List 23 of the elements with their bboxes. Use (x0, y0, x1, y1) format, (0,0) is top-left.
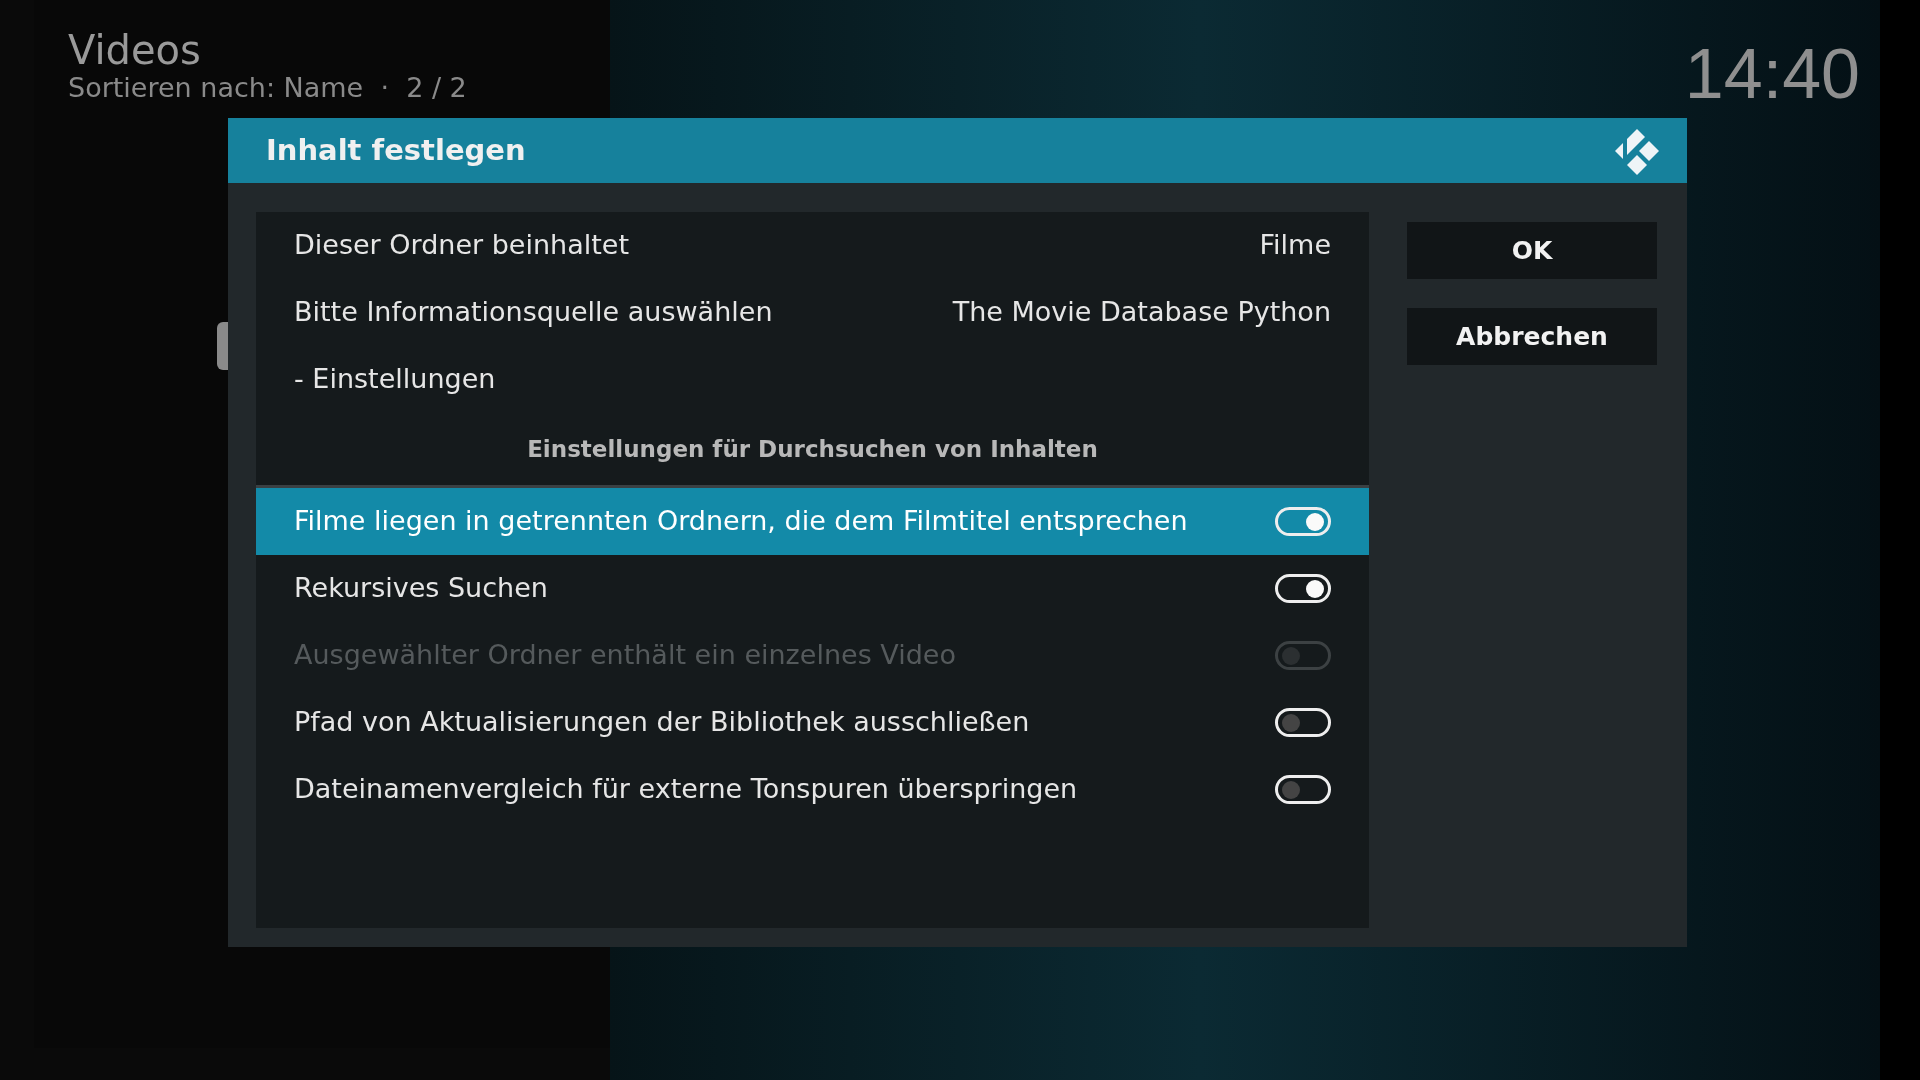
setting-label: Filme liegen in getrennten Ordnern, die dem Filmtitel entsprechen (294, 504, 1188, 539)
setting-value: The Movie Database Python (952, 295, 1331, 330)
setting-label: Ausgewählter Ordner enthält ein einzelnes Video (294, 638, 956, 673)
setting-label: Bitte Informationsquelle auswählen (294, 295, 773, 330)
setting-label: Dateinamenvergleich für externe Tonspuren überspringen (294, 772, 1078, 807)
setting-row[interactable]: - Einstellungen (256, 346, 1369, 413)
dialog-button[interactable]: Abbrechen (1407, 308, 1657, 365)
setting-row[interactable]: Dateinamenvergleich für externe Tonspuren überspringen (256, 756, 1369, 823)
setting-row[interactable]: Filme liegen in getrennten Ordnern, die dem Filmtitel entsprechen (256, 488, 1369, 555)
setting-label: Dieser Ordner beinhaltet (294, 228, 629, 263)
setting-label: Rekursives Suchen (294, 571, 548, 606)
dialog-title: Inhalt festlegen (266, 131, 526, 169)
logo-icon (1615, 126, 1661, 175)
dialog-button[interactable]: OK (1407, 222, 1657, 279)
setting-row[interactable]: Dieser Ordner beinhaltet Filme (256, 212, 1369, 279)
setting-label: Pfad von Aktualisierungen der Bibliothek ausschließen (294, 705, 1030, 740)
setting-label: - Einstellungen (294, 362, 496, 397)
clock: 14:40 (1684, 34, 1860, 115)
setting-row[interactable]: Rekursives Suchen (256, 555, 1369, 622)
scroll-indicator (217, 322, 229, 370)
setting-row[interactable]: Pfad von Aktualisierungen der Bibliothek ausschließen (256, 689, 1369, 756)
setting-value: Filme (1259, 228, 1331, 263)
setting-row[interactable]: Bitte Informationsquelle auswählen The Movie Database Python (256, 279, 1369, 346)
